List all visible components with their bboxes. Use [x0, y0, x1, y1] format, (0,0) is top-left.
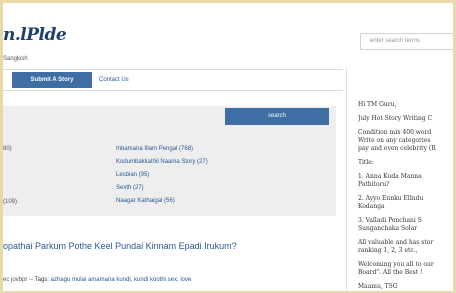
category-count-label: 80) — [3, 146, 12, 152]
nav-divider-bottom — [3, 90, 343, 91]
contact-us-link[interactable]: Contact Us — [99, 77, 129, 83]
sidebar-line: Pathitoru? — [358, 181, 390, 188]
sidebar-line: 2. Ayyo Ennku Ellndu — [358, 195, 424, 202]
sidebar-line: Condition mix 400 word — [358, 129, 432, 136]
nav-divider-top — [3, 69, 343, 70]
sidebar-line: Board". All the Best ! — [358, 269, 423, 276]
sidebar-line: 3. Valladi Penchani S — [358, 217, 422, 224]
category-link[interactable]: Kodumbakkathil Naama Story (27) — [116, 159, 208, 165]
post-tags-link[interactable]: azhagu mulai amamana kundi, kundi koothi… — [51, 277, 192, 283]
sidebar-line: Kodanga — [358, 203, 385, 210]
tags-label: Tags: — [34, 277, 49, 283]
sidebar-line: Hi TM Guru, — [358, 101, 397, 108]
column-divider — [346, 67, 347, 291]
sidebar-line: Write on any categories — [358, 137, 431, 144]
sidebar-line: July Hot Story Writing C — [358, 115, 433, 122]
browser-page: n.lPlde Sangkish enter search terms Subm… — [3, 3, 453, 291]
post-title-link[interactable]: opathai Parkum Pothe Keel Pundai Kinnam … — [3, 241, 237, 251]
search-button[interactable]: search — [225, 108, 329, 125]
sidebar-announcement: Hi TM Guru, July Hot Story Writing C Con… — [358, 101, 453, 291]
category-count-label: (109) — [3, 199, 18, 205]
search-input[interactable]: enter search terms — [360, 33, 453, 50]
category-link[interactable]: Naagar Kathaigal (56) — [116, 198, 175, 204]
sidebar-line: All valuable and has stor — [358, 239, 434, 246]
site-tagline: Sangkish — [3, 56, 28, 62]
sidebar-line: Title: — [358, 159, 374, 166]
post-meta: ec jovbpr -- Tags: azhagu mulai amamana … — [3, 277, 192, 283]
category-link[interactable]: Lesbian (95) — [116, 172, 149, 178]
category-link[interactable]: Sexth (27) — [116, 185, 144, 191]
sidebar-line: Welcoming you all to our — [358, 261, 434, 268]
sidebar-line: 1. Anna Kuda Manna — [358, 173, 422, 180]
sidebar-line: Sunganchaka Solar — [358, 225, 418, 232]
post-date: ec jovbpr — [3, 277, 28, 283]
sidebar-line: Maamu, TSG — [358, 283, 398, 290]
sidebar-line: pay and even celebrity (R — [358, 145, 436, 152]
site-logo[interactable]: n.lPlde — [3, 25, 67, 45]
category-link[interactable]: Inbamana Illam Pengal (768) — [116, 146, 193, 152]
submit-story-button[interactable]: Submit A Story — [12, 72, 92, 88]
sidebar-line: ranking 1, 2, 3 etc., — [358, 247, 418, 254]
